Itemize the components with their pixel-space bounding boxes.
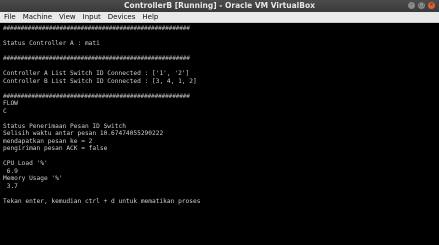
minimize-icon[interactable]: – [408, 2, 415, 9]
maximize-icon[interactable]: □ [418, 2, 425, 9]
terminal-console[interactable]: ########################################… [0, 23, 439, 245]
menu-machine[interactable]: Machine [23, 12, 52, 22]
close-icon[interactable]: × [428, 2, 435, 9]
console-line: Memory Usage '%' [3, 175, 63, 182]
console-line: 6.9 [3, 167, 18, 175]
menu-view[interactable]: View [59, 12, 76, 22]
console-line: mendapatkan pesan ke = 2 [3, 137, 93, 145]
console-line: ########################################… [3, 25, 190, 32]
menu-file[interactable]: File [4, 12, 16, 22]
console-line: ########################################… [3, 92, 190, 100]
menu-help[interactable]: Help [142, 12, 158, 22]
console-line: Status Controller A : mati [3, 40, 100, 47]
console-line: Status Penerimaan Pesan ID Switch [3, 122, 126, 130]
menu-devices[interactable]: Devices [108, 12, 136, 22]
console-line: Controller B List Switch ID Connected : … [3, 77, 197, 85]
console-line: FLOW [3, 100, 18, 107]
console-line: C [3, 107, 7, 115]
title-bar[interactable]: ControllerB [Running] - Oracle VM Virtua… [0, 0, 439, 12]
console-line: pengiriman pesan ACK = false [3, 145, 108, 152]
console-line: Selisih waktu antar pesan 10.67474055290… [3, 130, 164, 137]
menu-input[interactable]: Input [83, 12, 101, 22]
console-line: 3.7 [3, 182, 18, 190]
console-line: Tekan enter, kemudian ctrl + d untuk mem… [3, 197, 201, 205]
console-line: CPU Load '%' [3, 160, 48, 167]
window-title: ControllerB [Running] - Oracle VM Virtua… [124, 1, 315, 10]
virtualbox-window: ControllerB [Running] - Oracle VM Virtua… [0, 0, 439, 245]
console-line: ########################################… [3, 55, 190, 62]
window-controls: – □ × [408, 2, 435, 9]
console-line: Controller A List Switch ID Connected : … [3, 70, 190, 77]
menu-bar: File Machine View Input Devices Help [0, 12, 439, 23]
